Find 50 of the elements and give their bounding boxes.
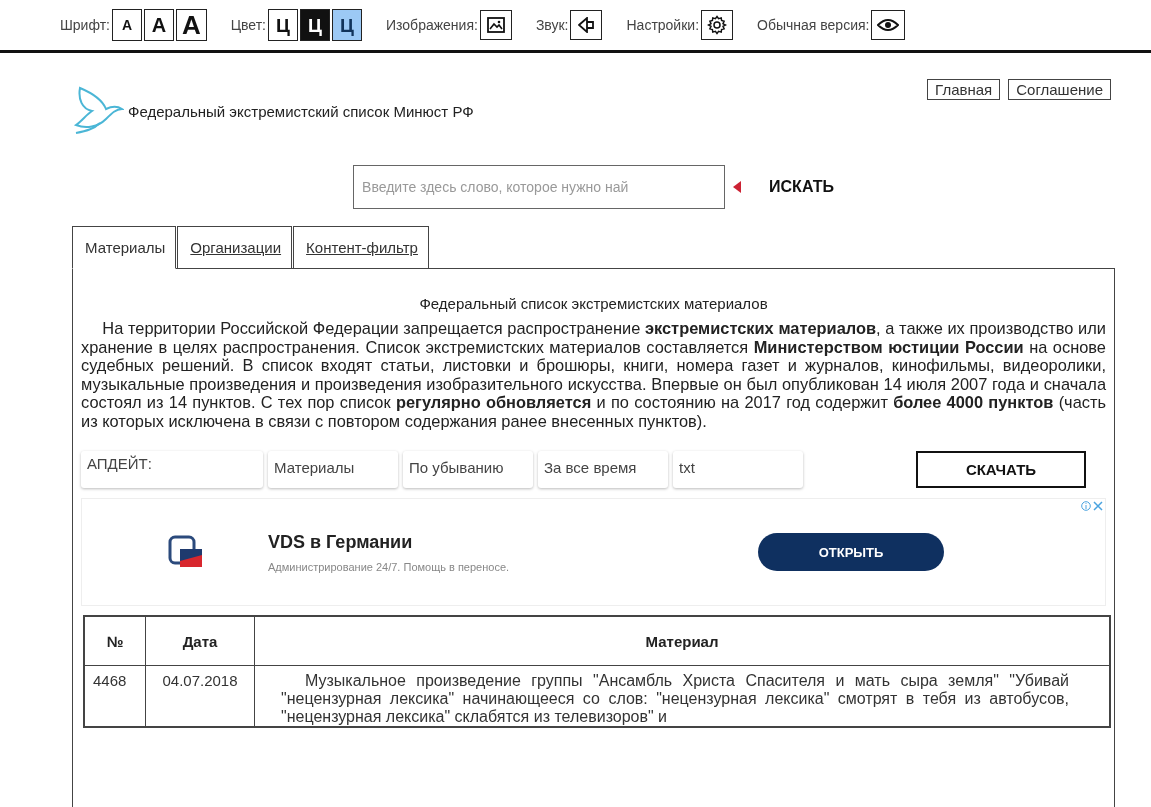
ad-title: VDS в Германии (268, 531, 414, 553)
filter-field[interactable]: АПДЕЙТ: (81, 451, 263, 488)
image-icon (486, 17, 505, 33)
tab[interactable]: Контент-фильтр (293, 226, 429, 269)
regular-version-label: Обычная версия: (757, 17, 870, 33)
material-cell: Музыкальное произведение группы "Ансамбль Христа Спасителя и мать сыра земля" "Убивай "нецензурная лексика" начинающееся со слов: "нецензурная лексика" смотрят в тебя из автобусов, "нецензурная лексика" склабятся из телевизоров" и (254, 665, 1110, 727)
settings-button[interactable] (701, 10, 734, 40)
image-button[interactable] (479, 10, 512, 40)
filter-field[interactable]: За все время (538, 451, 668, 488)
search-field[interactable]: Введите здесь слово, которое нужно най (353, 165, 726, 209)
dove-logo-icon (72, 85, 124, 137)
intro-paragraph: На территории Российской Федерации запрещается распространение экстремистских материалов, а также их производство или хранение в целях распространения. Список экстремистских материалов составляется Министерством юстиции России на основе судебных решений. В список входят статьи, листовки и брошюры, книги, номера газет и журналов, кинофильмы, видеоролики, музыкальные произведения и произведения изобразительного искусства. Впервые он был опубликован 14 июля 2007 года и сначала состоял из 14 пунктов. С тех пор список регулярно обновляется и по состоянию на 2017 год содержит более 4000 пунктов (часть из которых исключена в связи с повтором содержания ранее внесенных пунктов). (81, 319, 1106, 430)
font-label: Шрифт: (60, 17, 110, 33)
search-button[interactable]: ИСКАТЬ (769, 178, 834, 196)
filter-field[interactable]: txt (673, 451, 803, 488)
eye-icon (877, 18, 900, 32)
image-label: Изображения: (386, 17, 478, 33)
panel-title: Федеральный список экстремистских материалов (418, 295, 769, 312)
info-icon[interactable] (1081, 501, 1091, 511)
nav-link[interactable]: Главная (927, 79, 1001, 100)
ad-logo-icon (168, 535, 204, 569)
tab[interactable]: Материалы (72, 226, 177, 269)
color-scheme-button[interactable]: Ц (332, 9, 362, 41)
color-scheme-button[interactable]: Ц (300, 9, 330, 41)
font-size-button[interactable]: A (143, 9, 174, 41)
color-label: Цвет: (230, 17, 266, 33)
ad-subtitle: Администрирование 24/7. Помощь в переносе. (268, 560, 511, 573)
filter-field[interactable]: Материалы (268, 451, 398, 488)
font-size-button[interactable]: A (175, 9, 207, 41)
sound-label: Звук: (535, 17, 569, 33)
item-number-link[interactable]: 4468 (93, 672, 127, 689)
font-size-button[interactable]: A (111, 9, 142, 41)
close-icon[interactable] (1093, 501, 1103, 511)
column-header: Дата (145, 616, 255, 666)
settings-icon (707, 15, 728, 35)
site-title: Федеральный экстремистский список Минюст РФ (128, 102, 474, 120)
tab[interactable]: Организации (177, 226, 293, 269)
color-scheme-button[interactable]: Ц (268, 9, 298, 41)
column-header: Материал (254, 616, 1110, 666)
regular-version-button[interactable] (871, 10, 906, 40)
speaker-icon (578, 17, 595, 33)
filter-field[interactable]: По убыванию (403, 451, 533, 488)
column-header: № (84, 616, 146, 666)
nav-link[interactable]: Соглашение (1008, 79, 1111, 100)
arrow-icon (733, 181, 742, 193)
date-cell: 04.07.2018 (145, 665, 255, 727)
settings-label: Настройки: (626, 17, 700, 33)
download-button[interactable]: СКАЧАТЬ (916, 451, 1086, 488)
open-button[interactable]: ОТКРЫТЬ (758, 533, 944, 571)
sound-button[interactable] (570, 10, 603, 40)
